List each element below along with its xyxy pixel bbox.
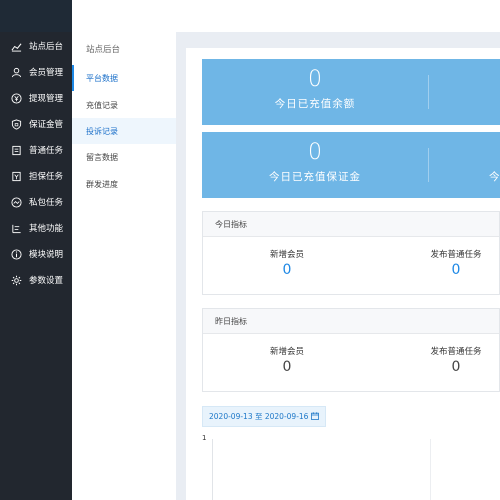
stat-normal-tasks: 发布普通任务 0 xyxy=(396,248,500,278)
gear-icon xyxy=(10,274,22,286)
submenu-item-recharge-records[interactable]: 充值记录 xyxy=(72,92,176,118)
chart-gridline xyxy=(430,439,431,500)
stat-new-members: 新增会员 0 xyxy=(227,248,347,278)
submenu-item-mass-send-progress[interactable]: 群发进度 xyxy=(72,171,176,197)
info-icon xyxy=(10,248,22,260)
shield-icon xyxy=(10,118,22,130)
date-range-text: 2020-09-13 至 2020-09-16 xyxy=(209,412,309,421)
sidebar-item-private-tasks[interactable]: 私包任务 xyxy=(0,189,72,215)
stat-value: 0 xyxy=(282,359,292,375)
private-task-icon xyxy=(10,196,22,208)
sidebar-item-members[interactable]: 会员管理 xyxy=(0,59,72,85)
chart-y-axis xyxy=(212,439,213,500)
submenu-item-label: 充值记录 xyxy=(86,100,118,110)
card-divider xyxy=(428,75,429,109)
stat-label: 新增会员 xyxy=(269,347,304,357)
today-metrics-panel: 今日指标 新增会员 0 发布普通任务 0 xyxy=(202,211,500,295)
chart-y-tick: 1 xyxy=(202,434,207,442)
sidebar-item-label: 会员管理 xyxy=(29,68,64,78)
calendar-icon xyxy=(308,411,320,422)
sidebar-item-label: 站点后台 xyxy=(29,42,64,52)
submenu-item-platform-data[interactable]: 平台数据 xyxy=(72,65,176,91)
line-chart-icon xyxy=(10,40,22,52)
yen-circle-icon xyxy=(10,92,22,104)
user-icon xyxy=(10,66,22,78)
sidebar-item-label: 参数设置 xyxy=(29,276,64,286)
sidebar-item-withdrawals[interactable]: 提现管理 xyxy=(0,85,72,111)
yesterday-metrics-panel: 昨日指标 新增会员 0 发布普通任务 0 xyxy=(202,308,500,392)
document-icon xyxy=(10,144,22,156)
sidebar-item-label: 担保任务 xyxy=(29,172,64,182)
stat-label: 发布普通任务 xyxy=(430,347,482,357)
top-header-bar xyxy=(72,0,500,32)
submenu-item-label: 群发进度 xyxy=(86,179,118,189)
summary-value: 0 xyxy=(308,140,322,165)
submenu-item-label: 留言数据 xyxy=(86,152,118,162)
submenu-item-complaint-records[interactable]: 投诉记录 xyxy=(72,118,176,144)
sidebar-item-module-guide[interactable]: 模块说明 xyxy=(0,241,72,267)
submenu-title: 站点后台 xyxy=(86,45,121,55)
sidebar-item-label: 其他功能 xyxy=(29,224,64,234)
sidebar-item-guarantee-tasks[interactable]: 担保任务 xyxy=(0,163,72,189)
sidebar-item-label: 提现管理 xyxy=(29,94,64,104)
card-divider xyxy=(428,148,429,182)
submenu-item-message-data[interactable]: 留言数据 xyxy=(72,144,176,170)
sidebar-item-label: 保证金管 xyxy=(29,120,64,130)
sidebar-item-label: 模块说明 xyxy=(29,250,64,260)
summary-card-balance: 0 今日已充值余额 今 xyxy=(202,59,500,125)
submenu-item-label: 投诉记录 xyxy=(86,126,118,136)
stat-label: 新增会员 xyxy=(269,250,304,260)
sidebar-item-site-backend[interactable]: 站点后台 xyxy=(0,33,72,59)
sidebar-item-label: 普通任务 xyxy=(29,146,64,156)
guarantee-icon xyxy=(10,170,22,182)
date-range-picker[interactable]: 2020-09-13 至 2020-09-16 xyxy=(202,406,327,427)
sidebar-item-label: 私包任务 xyxy=(29,198,64,208)
summary-label: 今日已充值保证金 xyxy=(269,171,361,183)
sidebar-item-other-functions[interactable]: 其他功能 xyxy=(0,215,72,241)
sidebar-item-normal-tasks[interactable]: 普通任务 xyxy=(0,137,72,163)
sidebar-logo-area xyxy=(0,0,72,32)
submenu-item-label: 平台数据 xyxy=(86,73,118,83)
summary-value: 0 xyxy=(308,67,322,92)
stat-value: 0 xyxy=(282,262,292,278)
summary-label-next: 今日 xyxy=(489,171,500,183)
stat-new-members: 新增会员 0 xyxy=(227,345,347,375)
summary-label: 今日已充值余额 xyxy=(274,98,356,110)
list-icon xyxy=(10,222,22,234)
summary-card-deposit: 0 今日已充值保证金 今日 xyxy=(202,132,500,198)
stat-value: 0 xyxy=(451,262,461,278)
sidebar-item-deposits[interactable]: 保证金管 xyxy=(0,111,72,137)
sidebar-item-settings[interactable]: 参数设置 xyxy=(0,267,72,293)
stat-label: 发布普通任务 xyxy=(430,250,482,260)
stat-normal-tasks: 发布普通任务 0 xyxy=(396,345,500,375)
submenu-panel: 站点后台 平台数据 充值记录 投诉记录 留言数据 群发进度 xyxy=(72,32,177,500)
stat-value: 0 xyxy=(451,359,461,375)
panel-title: 昨日指标 xyxy=(203,309,499,334)
panel-title: 今日指标 xyxy=(203,212,499,237)
